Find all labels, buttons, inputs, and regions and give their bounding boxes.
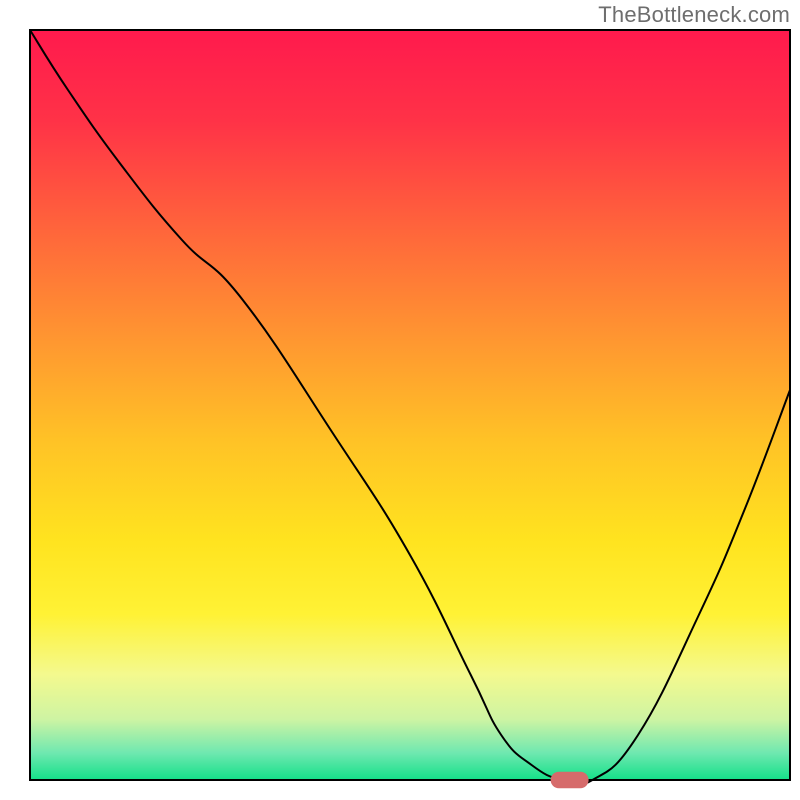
optimal-point-marker [551, 772, 589, 789]
watermark-text: TheBottleneck.com [598, 2, 790, 28]
chart-container: TheBottleneck.com [0, 0, 800, 800]
chart-svg [0, 0, 800, 800]
